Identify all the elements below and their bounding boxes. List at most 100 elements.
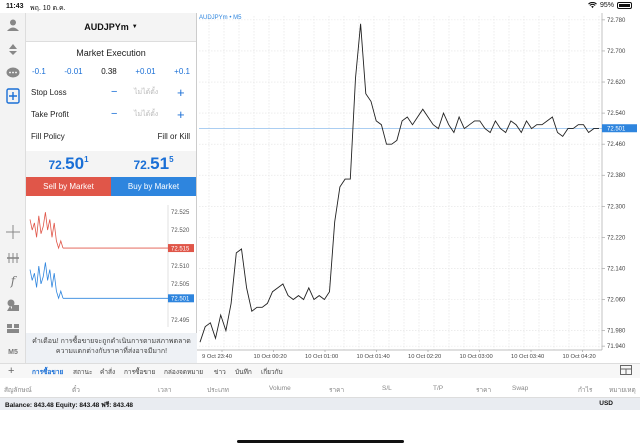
buy-button[interactable]: Buy by Market	[111, 177, 196, 196]
mini-ask-series	[29, 212, 64, 250]
layout-icon[interactable]	[620, 365, 632, 377]
x-tick-label: 10 Oct 01:40	[357, 354, 390, 360]
y-tick-label: 72.620	[607, 80, 626, 86]
y-tick-label: 72.460	[607, 142, 626, 148]
mini-tick-label: 72.510	[171, 264, 190, 270]
tick-chart: 72.525 72.520 72.510 72.505 72.495 72.515 72.5…	[29, 205, 194, 327]
col-price: ราคา	[329, 387, 345, 394]
fill-policy-value: Fill or Kill	[157, 131, 190, 141]
volume-minus-large[interactable]: -0.1	[32, 67, 46, 76]
new-order-icon[interactable]	[4, 87, 22, 105]
home-indicator[interactable]	[237, 440, 404, 443]
volume-plus-small[interactable]: +0.01	[135, 67, 155, 76]
mini-tick-label: 72.505	[171, 282, 190, 288]
take-profit-input[interactable]: ไม่ได้ตั้ง	[134, 109, 158, 120]
quotes-row: 72. 50 1 72. 51 5	[26, 151, 196, 177]
col-tp: T/P	[433, 385, 444, 392]
mini-tick-label: 72.495	[171, 318, 190, 324]
col-comment: หมายเหตุ	[609, 387, 636, 394]
execution-type[interactable]: Market Execution	[26, 48, 196, 58]
y-tick-label: 72.220	[607, 235, 626, 241]
toolbox-tabs: + การซื้อขาย สถานะ คำสั่ง การซื้อขาย กล่…	[0, 363, 640, 378]
tab-trade[interactable]: การซื้อขาย	[32, 367, 63, 377]
x-tick-label: 10 Oct 03:00	[460, 354, 493, 360]
stop-loss-minus-icon[interactable]: −	[111, 86, 117, 98]
y-tick-label: 72.540	[607, 111, 626, 117]
tab-about[interactable]: เกี่ยวกับ	[261, 367, 283, 377]
tab-news[interactable]: ข่าว	[214, 367, 226, 377]
status-time: 11:43	[6, 3, 24, 10]
status-right: 95%	[588, 2, 632, 9]
col-sl: S/L	[382, 385, 392, 392]
sell-button[interactable]: Sell by Market	[26, 177, 111, 196]
mini-bid-series	[29, 262, 64, 300]
templates-icon[interactable]	[4, 319, 22, 337]
tab-exposure[interactable]: สถานะ	[73, 367, 93, 377]
col-swap: Swap	[512, 385, 529, 392]
tab-journal[interactable]: บันทึก	[235, 367, 252, 377]
trade-buttons: Sell by Market Buy by Market	[26, 177, 196, 196]
col-symbol: สัญลักษณ์	[4, 387, 32, 394]
battery-icon	[617, 2, 632, 9]
zoom-lines-icon[interactable]	[4, 249, 22, 267]
take-profit-plus-icon[interactable]: +	[177, 107, 185, 122]
col-ticket: ตั๋ว	[72, 387, 80, 394]
volume-row: -0.1 -0.01 0.38 +0.01 +0.1	[26, 67, 196, 76]
col-profit: กำไร	[578, 387, 593, 394]
mini-ask-label: 72.515	[171, 246, 190, 252]
stop-loss-plus-icon[interactable]: +	[177, 85, 185, 100]
order-panel: AUDJPYm ▼ Market Execution -0.1 -0.01 0.3…	[26, 13, 197, 363]
y-tick-label: 72.300	[607, 204, 626, 210]
caret-down-icon: ▼	[131, 24, 138, 30]
x-tick-label: 10 Oct 04:20	[563, 354, 596, 360]
status-bar: 11:43 พฤ. 10 ต.ค. 95%	[0, 0, 640, 13]
tab-mailbox[interactable]: กล่องจดหมาย	[164, 367, 203, 377]
indicators-icon[interactable]: f	[4, 272, 22, 290]
bid-price-label: 72.501	[607, 126, 626, 132]
x-tick-label: 10 Oct 00:20	[254, 354, 287, 360]
symbol-selector[interactable]: AUDJPYm ▼	[26, 13, 196, 42]
left-toolbar: f M5	[0, 13, 26, 363]
col-type: ประเภท	[207, 387, 229, 394]
take-profit-minus-icon[interactable]: −	[111, 108, 117, 120]
volume-minus-small[interactable]: -0.01	[64, 67, 82, 76]
timeframe-button[interactable]: M5	[4, 343, 22, 361]
price-line	[199, 23, 599, 343]
chat-icon[interactable]	[4, 64, 22, 82]
take-profit-label: Take Profit	[31, 109, 69, 119]
objects-icon[interactable]	[4, 296, 22, 314]
price-chart[interactable]: 72.780 72.700 72.620 72.540 72.460 72.380 72.3…	[197, 13, 640, 363]
market-warning: คำเตือน! การซื้อขายจะถูกดำเนินการตามสภาพ…	[26, 333, 197, 363]
x-tick-label: 10 Oct 03:40	[511, 354, 544, 360]
volume-plus-large[interactable]: +0.1	[174, 67, 190, 76]
y-tick-label: 72.140	[607, 266, 626, 272]
account-icon[interactable]	[4, 16, 22, 34]
wifi-icon	[588, 2, 597, 9]
add-icon[interactable]: +	[8, 365, 14, 377]
y-tick-label: 71.940	[607, 344, 626, 350]
crosshair-icon[interactable]	[4, 223, 22, 241]
x-tick-label: 10 Oct 01:00	[305, 354, 338, 360]
volume-value[interactable]: 0.38	[101, 67, 117, 76]
y-tick-label: 71.980	[607, 329, 626, 335]
fill-policy-label: Fill Policy	[31, 131, 65, 141]
buy-price: 72. 51 5	[133, 154, 174, 173]
stop-loss-label: Stop Loss	[31, 87, 67, 97]
x-tick-label: 9 Oct 23:40	[202, 354, 232, 360]
chart-title: AUDJPYm • M5	[199, 15, 242, 21]
balance-text: Balance: 843.48 Equity: 843.48 ฟรี: 843.…	[5, 402, 134, 409]
battery-percent: 95%	[599, 2, 614, 9]
trade-arrows-icon[interactable]	[4, 40, 22, 58]
fill-policy-row[interactable]: Fill Policy Fill or Kill	[26, 125, 196, 147]
y-tick-label: 72.780	[607, 18, 626, 24]
sell-price: 72. 50 1	[48, 154, 89, 173]
trade-table-header: สัญลักษณ์ ตั๋ว เวลา ประเภท Volume ราคา S…	[0, 378, 640, 398]
mini-tick-label: 72.520	[171, 228, 190, 234]
col-volume: Volume	[269, 385, 291, 392]
tab-orders[interactable]: คำสั่ง	[100, 367, 115, 377]
col-current-price: ราคา	[476, 387, 492, 394]
tab-history[interactable]: การซื้อขาย	[124, 367, 155, 377]
stop-loss-input[interactable]: ไม่ได้ตั้ง	[134, 87, 158, 98]
y-tick-label: 72.060	[607, 298, 626, 304]
col-time: เวลา	[158, 387, 172, 394]
